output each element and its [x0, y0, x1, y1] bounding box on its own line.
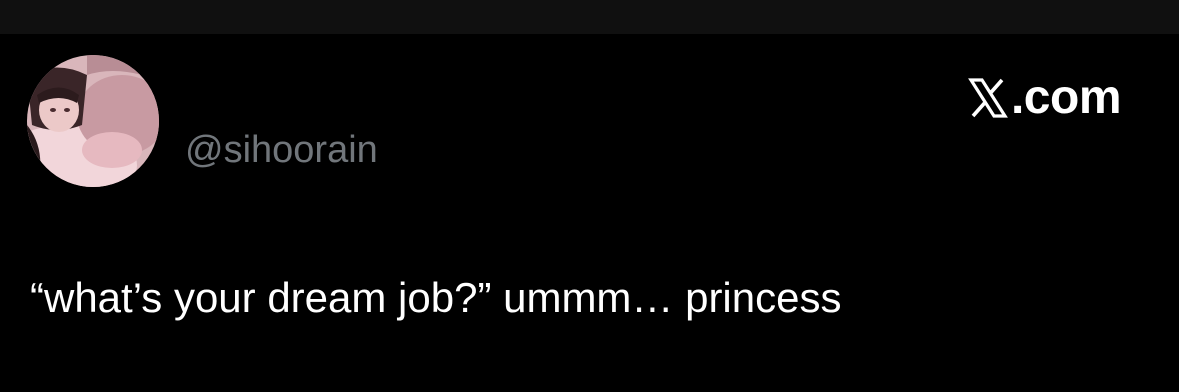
avatar[interactable] — [27, 55, 159, 187]
brand-domain: .com — [1010, 71, 1122, 124]
user-handle[interactable]: @sihoorain — [185, 128, 378, 172]
tweet-text: “what’s your dream job?” ummm… princess — [30, 274, 842, 321]
x-logo-icon — [968, 78, 1008, 118]
top-status-bar — [0, 0, 1179, 34]
brand-logo[interactable]: .com — [968, 70, 1122, 126]
profile-photo — [27, 55, 159, 187]
